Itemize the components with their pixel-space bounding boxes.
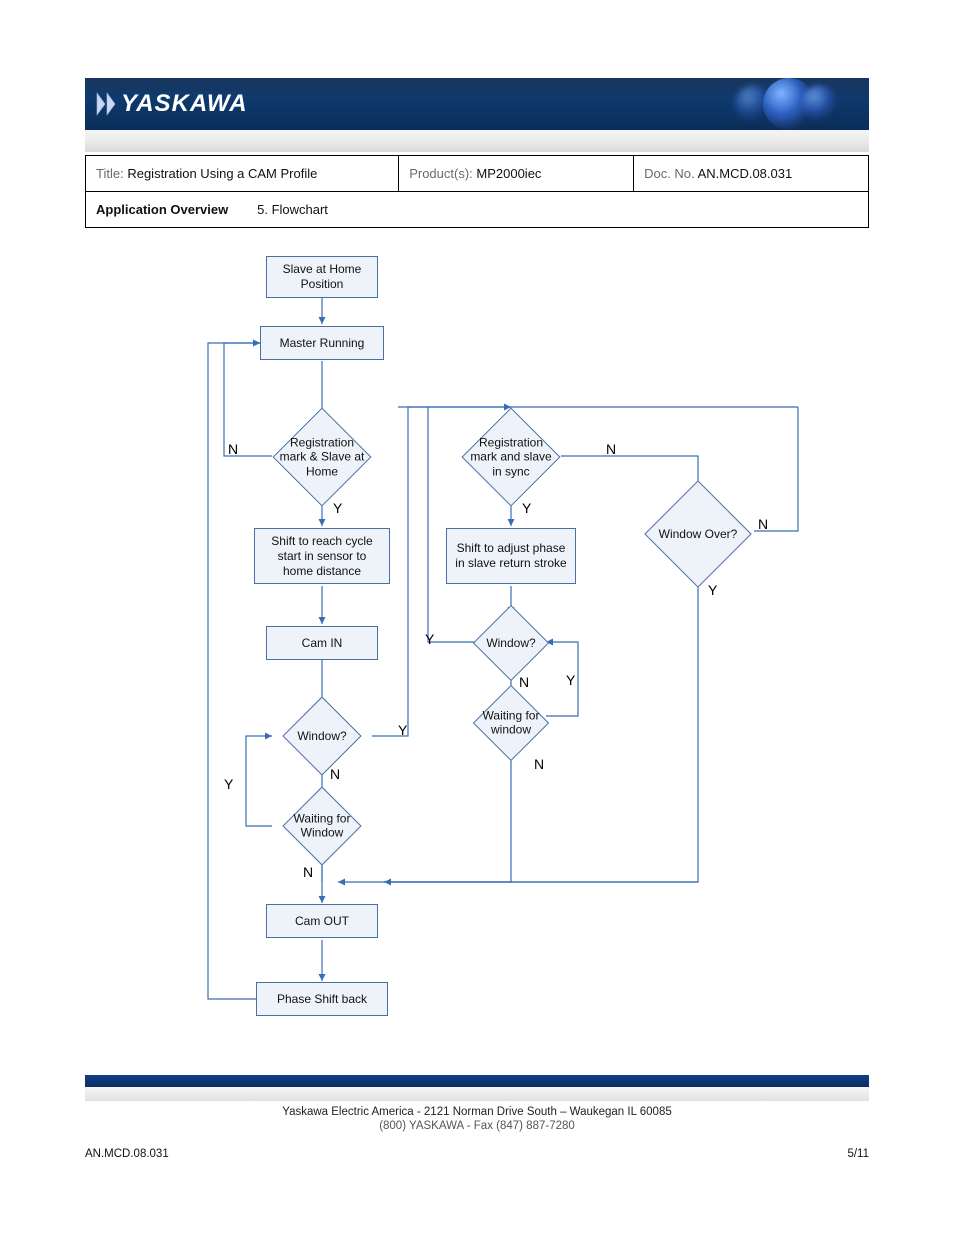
footer-band-light	[85, 1087, 869, 1101]
label-n: N	[303, 864, 313, 880]
label-n: N	[606, 441, 616, 457]
footer-band-dark	[85, 1075, 869, 1087]
fc-master-running: Master Running	[260, 326, 384, 360]
label-n: N	[228, 441, 238, 457]
meta-subject-cell: Application Overview 5. Flowchart	[86, 192, 869, 228]
header-sub-band	[85, 130, 869, 152]
flowchart-diagram: Slave at Home Position Master Running Re…	[198, 246, 828, 1036]
fc-waiting-window-2: Waiting for window	[484, 696, 538, 750]
fc-reg-home-decision: Registration mark & Slave at Home	[287, 422, 357, 492]
meta-title-cell: Title: Registration Using a CAM Profile	[86, 156, 399, 192]
label-y: Y	[425, 631, 434, 647]
footer-address: Yaskawa Electric America - 2121 Norman D…	[0, 1106, 954, 1118]
label-n: N	[330, 766, 340, 782]
fc-shift-reach: Shift to reach cycle start in sensor to …	[254, 528, 390, 584]
label-y: Y	[224, 776, 233, 792]
label-y: Y	[333, 500, 342, 516]
fc-waiting-window-1: Waiting for Window	[294, 798, 350, 854]
fc-reg-sync-decision: Registration mark and slave in sync	[476, 422, 546, 492]
label-y: Y	[522, 500, 531, 516]
fc-shift-adjust: Shift to adjust phase in slave return st…	[446, 528, 576, 584]
meta-product-cell: Product(s): MP2000iec	[399, 156, 634, 192]
fc-phase-shift-back: Phase Shift back	[256, 982, 388, 1016]
fc-cam-out: Cam OUT	[266, 904, 378, 938]
label-y: Y	[398, 722, 407, 738]
brand-wordmark: YASKAWA	[121, 90, 248, 118]
fc-window-decision-1: Window?	[294, 708, 350, 764]
header-banner: YASKAWA	[85, 78, 869, 130]
label-n: N	[758, 516, 768, 532]
brand-mark-icon	[95, 91, 117, 117]
label-y: Y	[708, 582, 717, 598]
brand-logo: YASKAWA	[85, 90, 248, 118]
label-n: N	[519, 674, 529, 690]
label-n: N	[534, 756, 544, 772]
fc-window-decision-2: Window?	[484, 616, 538, 670]
footer-docno: AN.MCD.08.031	[85, 1148, 169, 1160]
fc-slave-home: Slave at Home Position	[266, 256, 378, 298]
footer-contact: (800) YASKAWA - Fax (847) 887-7280	[0, 1120, 954, 1132]
label-y: Y	[566, 672, 575, 688]
document-meta-table: Title: Registration Using a CAM Profile …	[85, 155, 869, 228]
meta-docno-cell: Doc. No. AN.MCD.08.031	[634, 156, 869, 192]
footer-text: Yaskawa Electric America - 2121 Norman D…	[0, 1106, 954, 1132]
fc-cam-in: Cam IN	[266, 626, 378, 660]
fc-window-over-decision: Window Over?	[660, 496, 736, 572]
header-decoration-icon	[735, 78, 839, 130]
footer-pageno: 5/11	[847, 1148, 869, 1160]
